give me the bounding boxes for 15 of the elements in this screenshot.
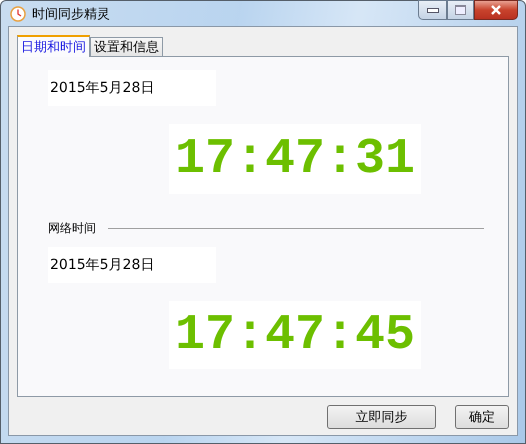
tab[interactable]: 设置和信息 — [90, 37, 163, 56]
tab[interactable]: 日期和时间 — [17, 35, 90, 57]
date-label: 2015年5月28日 — [48, 247, 216, 283]
dialog-button[interactable]: 立即同步 — [327, 405, 436, 429]
section-heading: 网络时间 — [48, 220, 96, 237]
close-icon — [490, 5, 502, 15]
clock-display: 17:47:45 — [169, 301, 421, 369]
clock-icon — [10, 6, 26, 22]
date-label: 2015年5月28日 — [48, 70, 216, 106]
maximize-button[interactable] — [447, 0, 474, 20]
clock-display: 17:47:31 — [169, 124, 421, 194]
dialog-button[interactable]: 确定 — [455, 405, 509, 429]
close-button[interactable] — [474, 0, 518, 20]
window-title: 时间同步精灵 — [32, 6, 110, 22]
minimize-button[interactable] — [418, 0, 447, 20]
